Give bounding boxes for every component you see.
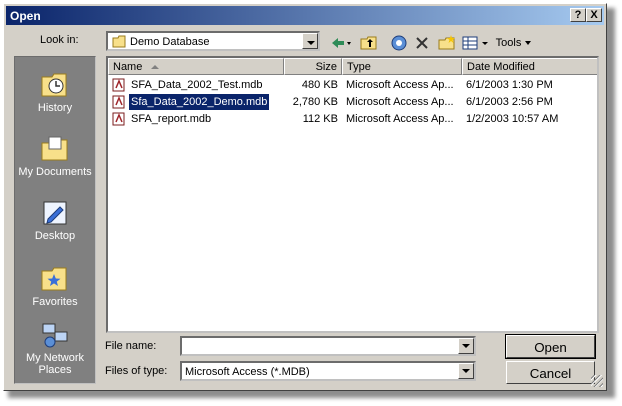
file-row-selected[interactable]: Sfa_Data_2002_Demo.mdb 2,780 KB Microsof… [108,93,597,111]
network-places-icon [42,323,68,348]
look-in-label: Look in: [40,34,79,46]
back-button[interactable] [328,32,354,54]
file-name-label: File name: [105,340,157,352]
history-icon [41,73,67,97]
tools-label: Tools [495,37,522,49]
help-button[interactable]: ? [570,8,586,22]
place-my-network-places[interactable]: My Network Places [15,321,95,376]
column-size[interactable]: Size [284,58,342,75]
file-size: 2,780 KB [292,96,338,108]
my-documents-icon [41,136,68,161]
search-web-button[interactable] [388,32,410,54]
title-bar[interactable]: Open ? X [6,6,604,25]
sort-ascending-icon [151,65,160,69]
search-web-icon [391,35,407,51]
place-history[interactable]: History [15,71,95,114]
access-file-icon [112,112,125,126]
cancel-button[interactable]: Cancel [506,361,595,384]
place-my-documents[interactable]: My Documents [15,135,95,178]
file-date: 6/1/2003 2:56 PM [466,96,553,108]
views-button[interactable] [460,32,492,54]
place-favorites[interactable]: Favorites [15,265,95,308]
file-type-select[interactable]: Microsoft Access (*.MDB) [180,361,476,381]
place-desktop[interactable]: Desktop [15,199,95,242]
place-label: Favorites [32,296,78,308]
place-label: Desktop [34,230,76,242]
views-icon [462,36,488,50]
file-type: Microsoft Access Ap... [346,113,454,125]
file-type: Microsoft Access Ap... [346,79,454,91]
up-folder-button[interactable] [358,32,380,54]
column-type[interactable]: Type [342,58,462,75]
look-in-combo[interactable]: Demo Database [106,31,320,51]
file-name: SFA_Data_2002_Test.mdb [131,79,263,91]
file-list[interactable]: Name Size Type Date Modified SFA_Data_20… [106,56,599,333]
places-bar: History My Documents Desktop Favorites M… [14,56,96,384]
file-name: Sfa_Data_2002_Demo.mdb [127,93,271,111]
file-name-input[interactable] [180,336,476,356]
favorites-icon [41,267,67,291]
delete-button[interactable] [412,32,432,54]
file-date: 6/1/2003 1:30 PM [466,79,553,91]
chevron-down-icon [462,344,470,348]
tools-menu[interactable]: Tools [494,32,534,54]
file-type-dropdown-arrow[interactable] [458,363,474,379]
file-type-value: Microsoft Access (*.MDB) [185,366,310,378]
access-file-icon [112,95,125,109]
file-name: SFA_report.mdb [131,113,212,125]
desktop-icon [43,201,67,225]
chevron-down-icon [462,369,470,373]
place-label: History [37,102,73,114]
file-row[interactable]: SFA_report.mdb 112 KB Microsoft Access A… [108,111,597,128]
access-file-icon [112,78,125,92]
folder-icon [112,35,126,48]
open-dialog: Open ? X Look in: Demo Database Tools Hi… [3,3,607,391]
close-button[interactable]: X [586,8,602,22]
file-type: Microsoft Access Ap... [346,96,454,108]
up-folder-icon [360,36,377,50]
back-arrow-icon [332,38,351,48]
file-row[interactable]: SFA_Data_2002_Test.mdb 480 KB Microsoft … [108,77,597,94]
new-folder-button[interactable] [436,32,458,54]
file-date: 1/2/2003 10:57 AM [466,113,559,125]
window-title: Open [10,9,41,23]
file-type-label: Files of type: [105,365,168,377]
look-in-value: Demo Database [130,36,210,48]
place-label: My Documents [18,166,92,178]
file-size: 480 KB [301,79,338,91]
file-name-dropdown-arrow[interactable] [458,338,474,354]
resize-grip[interactable] [591,375,603,387]
place-label: My Network Places [25,352,85,376]
open-button[interactable]: Open [505,334,596,359]
file-list-header: Name Size Type Date Modified [108,58,597,75]
column-name[interactable]: Name [108,58,284,75]
chevron-down-icon [525,41,532,45]
column-date-modified[interactable]: Date Modified [462,58,597,75]
new-folder-icon [438,35,455,50]
delete-icon [416,37,428,49]
look-in-dropdown-arrow[interactable] [302,33,318,49]
file-size: 112 KB [302,113,338,125]
